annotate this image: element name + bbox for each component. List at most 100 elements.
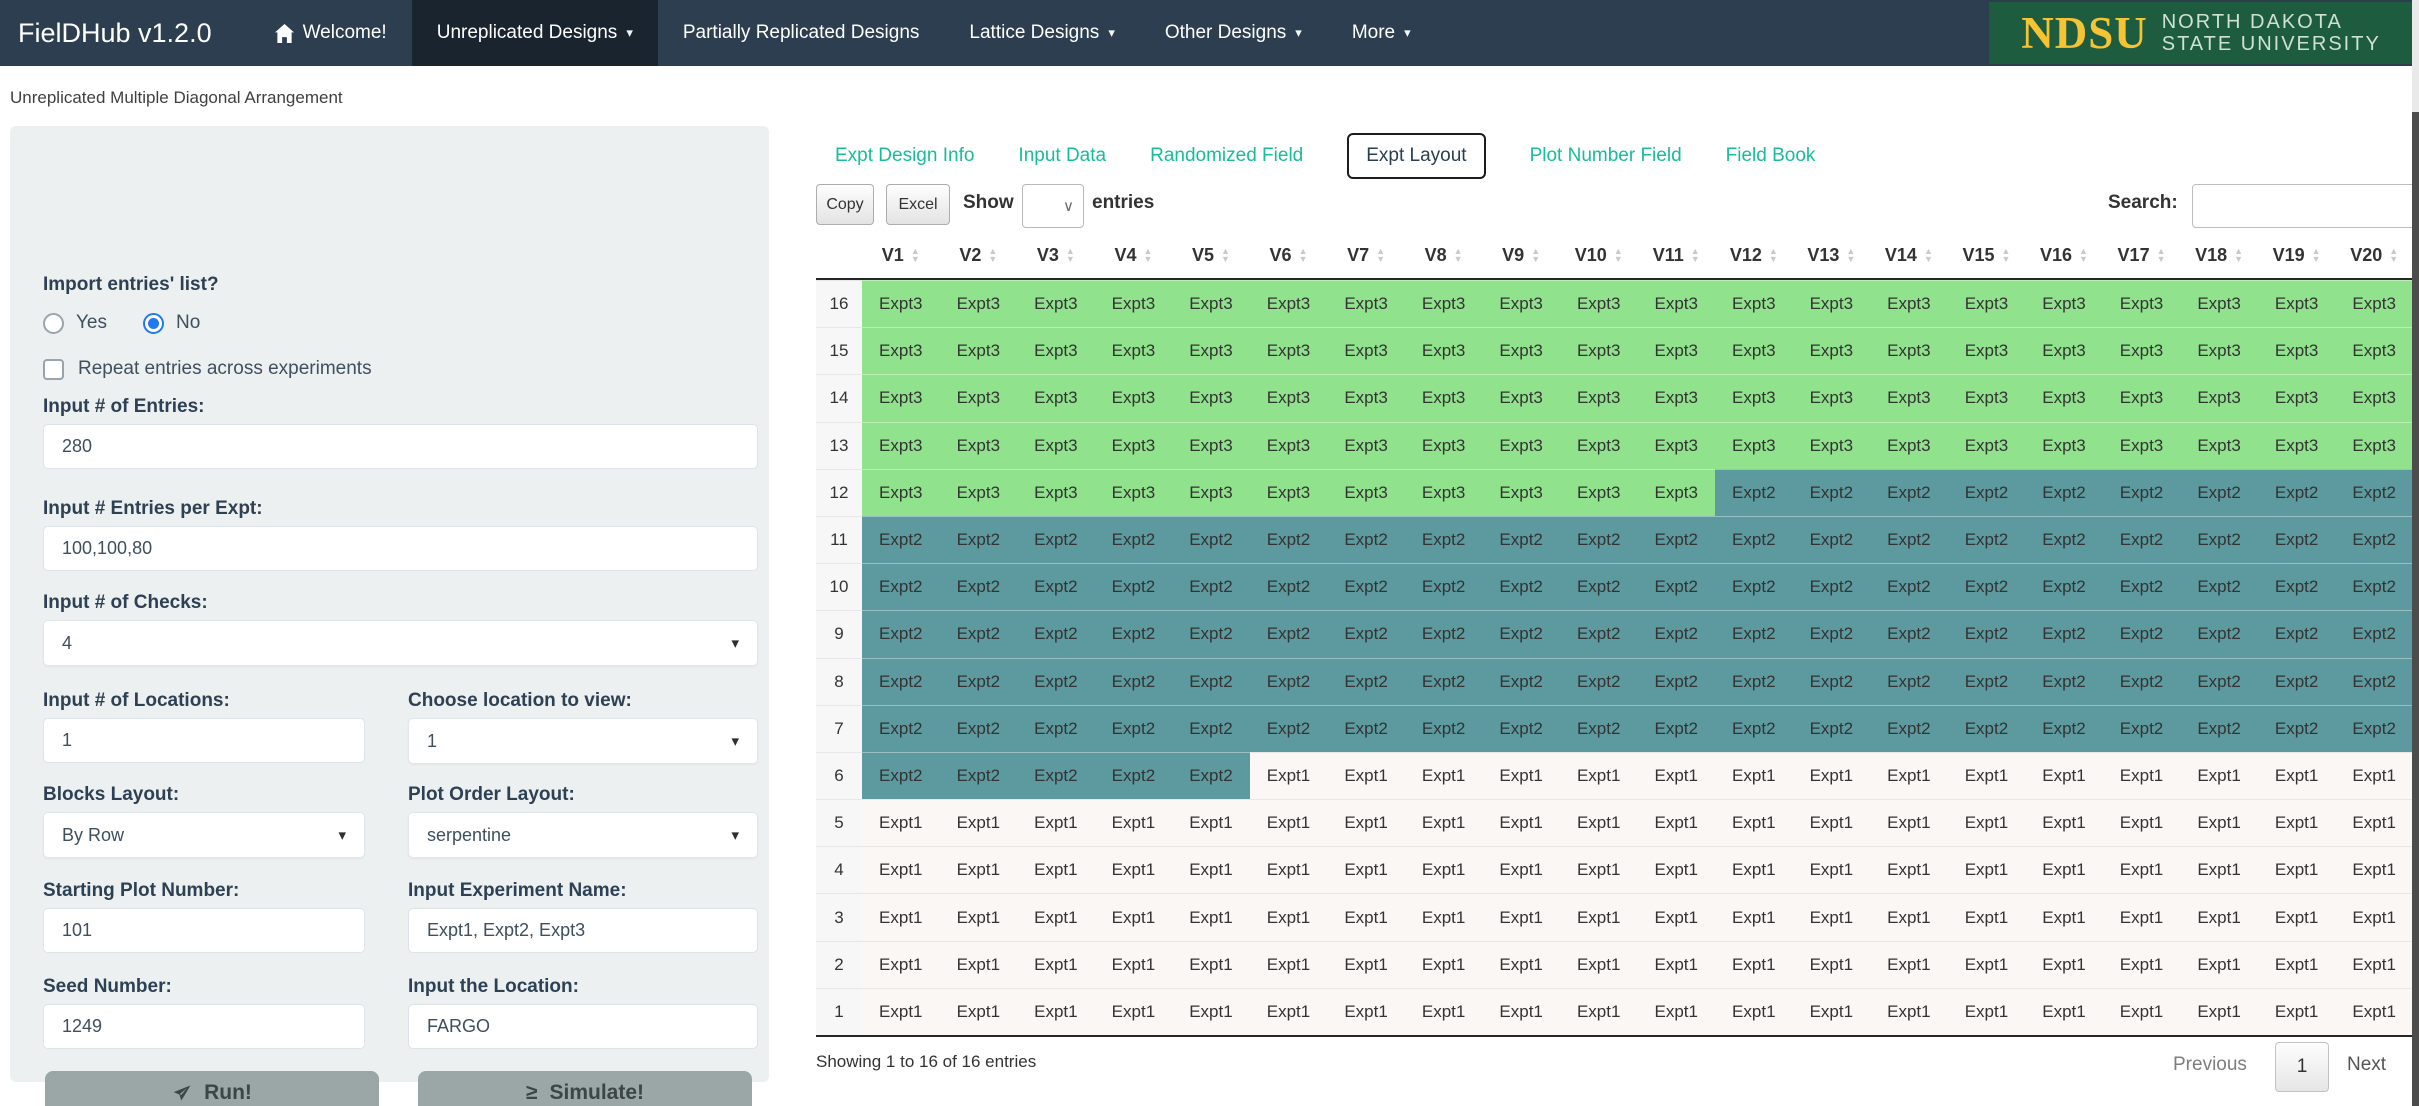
column-header-v18[interactable]: V18▲▼ (2180, 245, 2258, 266)
tab-expt-design-info[interactable]: Expt Design Info (835, 145, 974, 167)
experiment-name-input[interactable] (408, 908, 758, 953)
column-header-v1[interactable]: V1▲▼ (862, 245, 940, 266)
entries-input[interactable] (43, 424, 758, 469)
nav-item-unreplicated-designs[interactable]: Unreplicated Designs ▾ (412, 0, 658, 66)
column-header-v6[interactable]: V6▲▼ (1250, 245, 1328, 266)
column-header-label: V20 (2350, 245, 2382, 266)
plot-cell: Expt1 (1172, 988, 1250, 1035)
tab-expt-layout[interactable]: Expt Layout (1347, 133, 1485, 179)
plot-cell: Expt1 (1948, 988, 2026, 1035)
plot-cell: Expt3 (1482, 280, 1560, 327)
plot-cell: Expt3 (1637, 422, 1715, 469)
plot-cell: Expt1 (1250, 799, 1328, 846)
plot-order-select[interactable]: serpentine ▾ (408, 812, 758, 858)
tab-field-book[interactable]: Field Book (1726, 145, 1816, 167)
plot-cell: Expt1 (2180, 941, 2258, 988)
column-header-v3[interactable]: V3▲▼ (1017, 245, 1095, 266)
table-row: 8Expt2Expt2Expt2Expt2Expt2Expt2Expt2Expt… (816, 658, 2413, 705)
excel-button[interactable]: Excel (886, 184, 950, 225)
plot-cell: Expt2 (1327, 705, 1405, 752)
plot-cell: Expt1 (1870, 752, 1948, 799)
repeat-entries-checkbox[interactable]: Repeat entries across experiments (43, 358, 372, 380)
pagination-next[interactable]: Next (2347, 1054, 2386, 1076)
row-label: 9 (816, 610, 862, 657)
plot-cell: Expt2 (1095, 516, 1173, 563)
radio-yes[interactable]: Yes (43, 312, 107, 334)
tab-randomized-field[interactable]: Randomized Field (1150, 145, 1303, 167)
nav-item-partially-replicated-designs[interactable]: Partially Replicated Designs (658, 0, 945, 66)
plot-cell: Expt1 (1327, 846, 1405, 893)
plot-cell: Expt3 (2103, 280, 2181, 327)
plot-cell: Expt2 (2025, 469, 2103, 516)
blocks-layout-select[interactable]: By Row ▾ (43, 812, 365, 858)
page-length-select[interactable]: ∨ (1022, 184, 1084, 228)
plot-cell: Expt1 (1637, 988, 1715, 1035)
plot-cell: Expt1 (1250, 752, 1328, 799)
column-header-label: V16 (2040, 245, 2072, 266)
simulate-button[interactable]: ≥ Simulate! (418, 1071, 752, 1106)
column-header-v7[interactable]: V7▲▼ (1327, 245, 1405, 266)
run-button[interactable]: Run! (45, 1071, 379, 1106)
column-header-v16[interactable]: V16▲▼ (2025, 245, 2103, 266)
nav-item-welcome[interactable]: Welcome! (250, 0, 412, 66)
table-row: 10Expt2Expt2Expt2Expt2Expt2Expt2Expt2Exp… (816, 563, 2413, 610)
plot-cell: Expt1 (2180, 988, 2258, 1035)
radio-no[interactable]: No (143, 312, 200, 334)
vertical-scrollbar-thumb[interactable] (2412, 112, 2419, 1106)
table-row: 13Expt3Expt3Expt3Expt3Expt3Expt3Expt3Exp… (816, 422, 2413, 469)
entries-label: Input # of Entries: (43, 396, 205, 418)
plot-cell: Expt2 (1560, 658, 1638, 705)
column-header-v14[interactable]: V14▲▼ (1870, 245, 1948, 266)
plot-cell: Expt3 (2180, 374, 2258, 421)
plot-cell: Expt2 (1715, 516, 1793, 563)
plot-cell: Expt3 (940, 374, 1018, 421)
seed-input[interactable] (43, 1004, 365, 1049)
sort-icon: ▲▼ (1769, 247, 1778, 263)
checks-select[interactable]: 4 ▾ (43, 620, 758, 666)
column-header-v17[interactable]: V17▲▼ (2103, 245, 2181, 266)
nav-item-lattice-designs[interactable]: Lattice Designs ▾ (944, 0, 1139, 66)
plot-cell: Expt1 (1095, 988, 1173, 1035)
plot-cell: Expt1 (2335, 846, 2413, 893)
plot-cell: Expt2 (1948, 658, 2026, 705)
search-input[interactable] (2192, 184, 2419, 228)
plot-cell: Expt3 (1095, 280, 1173, 327)
plot-cell: Expt1 (1482, 988, 1560, 1035)
checkbox-icon (43, 359, 64, 380)
tab-input-data[interactable]: Input Data (1018, 145, 1106, 167)
pagination-page-1[interactable]: 1 (2275, 1042, 2329, 1092)
copy-button[interactable]: Copy (816, 184, 874, 225)
entries-per-expt-input[interactable] (43, 526, 758, 571)
column-header-v12[interactable]: V12▲▼ (1715, 245, 1793, 266)
starting-plot-input[interactable] (43, 908, 365, 953)
column-header-v5[interactable]: V5▲▼ (1172, 245, 1250, 266)
column-header-v2[interactable]: V2▲▼ (940, 245, 1018, 266)
table-row: 2Expt1Expt1Expt1Expt1Expt1Expt1Expt1Expt… (816, 941, 2413, 988)
plot-cell: Expt3 (1715, 422, 1793, 469)
column-header-v4[interactable]: V4▲▼ (1095, 245, 1173, 266)
plot-cell: Expt2 (1017, 610, 1095, 657)
nav-item-other-designs[interactable]: Other Designs ▾ (1140, 0, 1327, 66)
pagination-previous[interactable]: Previous (2173, 1054, 2247, 1076)
column-header-v15[interactable]: V15▲▼ (1948, 245, 2026, 266)
column-header-v9[interactable]: V9▲▼ (1482, 245, 1560, 266)
plot-cell: Expt2 (1870, 469, 1948, 516)
column-header-v13[interactable]: V13▲▼ (1793, 245, 1871, 266)
location-input[interactable] (408, 1004, 758, 1049)
locations-input[interactable] (43, 718, 365, 763)
location-view-select[interactable]: 1 ▾ (408, 718, 758, 764)
tab-plot-number-field[interactable]: Plot Number Field (1530, 145, 1682, 167)
plot-cell: Expt2 (2103, 563, 2181, 610)
column-header-v11[interactable]: V11▲▼ (1637, 245, 1715, 266)
plot-cell: Expt1 (2258, 752, 2336, 799)
plot-cell: Expt1 (1560, 893, 1638, 940)
column-header-v10[interactable]: V10▲▼ (1560, 245, 1638, 266)
plot-cell: Expt2 (1793, 658, 1871, 705)
plot-cell: Expt2 (2335, 516, 2413, 563)
nav-item-more[interactable]: More ▾ (1327, 0, 1436, 66)
column-header-v20[interactable]: V20▲▼ (2335, 245, 2413, 266)
caret-down-icon: ▾ (1404, 25, 1411, 41)
plot-cell: Expt2 (1250, 610, 1328, 657)
column-header-v19[interactable]: V19▲▼ (2258, 245, 2336, 266)
column-header-v8[interactable]: V8▲▼ (1405, 245, 1483, 266)
